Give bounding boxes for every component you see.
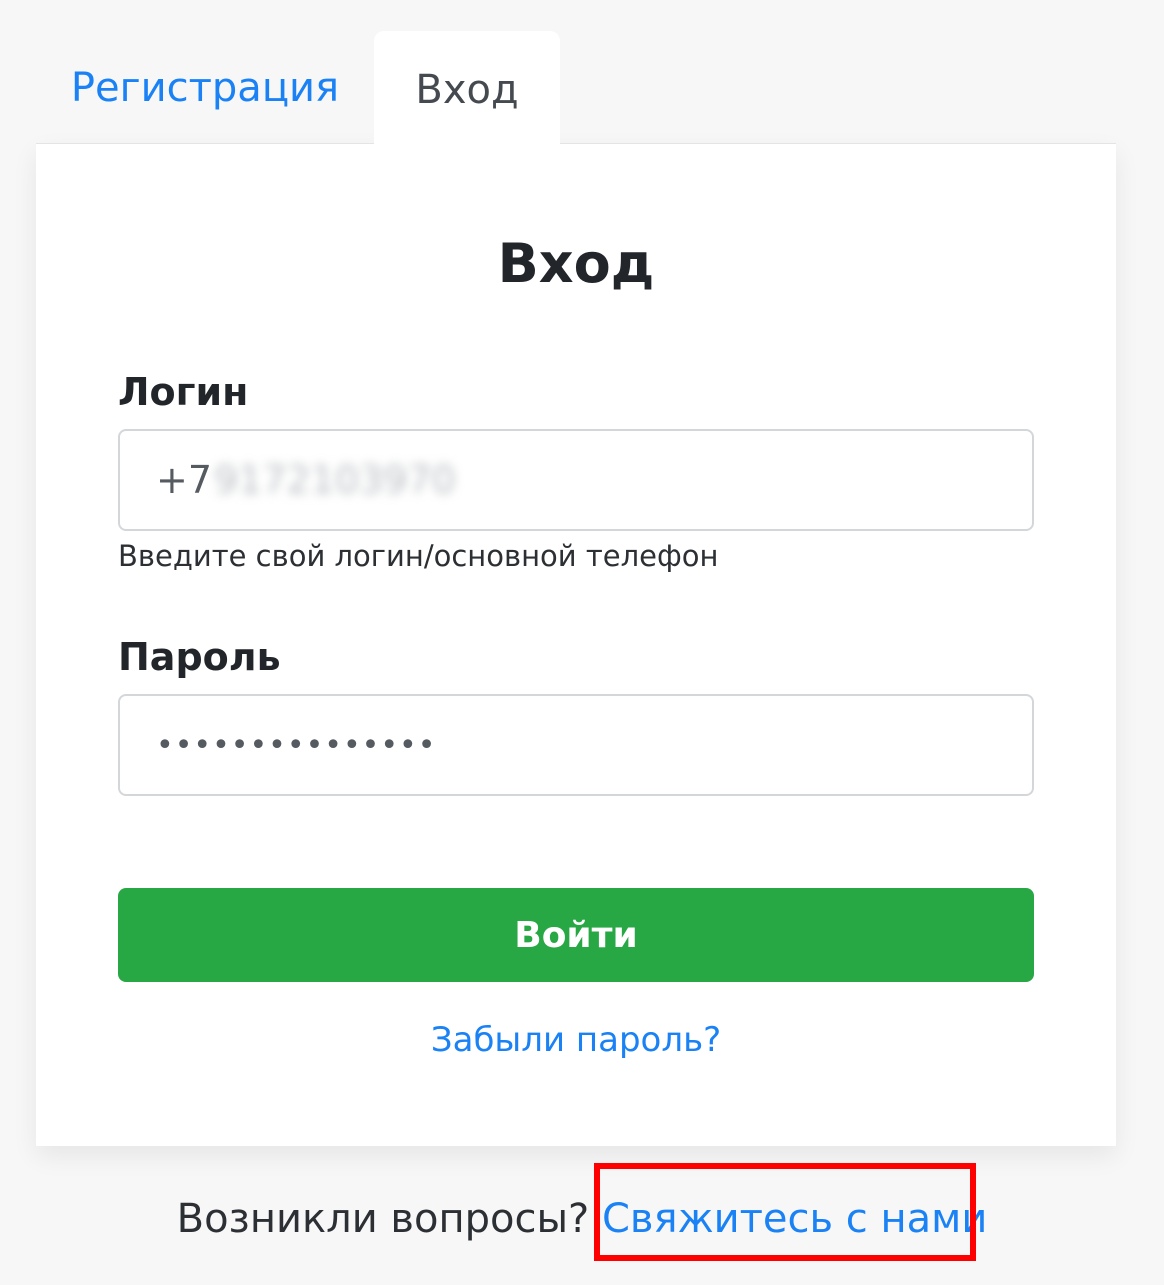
- tab-registration-label: Регистрация: [70, 65, 340, 111]
- tab-login[interactable]: Вход: [374, 31, 560, 156]
- password-input[interactable]: •••••••••••••••: [118, 694, 1034, 796]
- login-value-blurred: 9172103970: [214, 458, 456, 502]
- forgot-password-link[interactable]: Забыли пароль?: [36, 1020, 1116, 1060]
- password-mask: •••••••••••••••: [156, 727, 437, 763]
- login-card: Вход Логин +7 9172103970 Введите свой лог…: [36, 143, 1116, 1146]
- footer-question: Возникли вопросы?: [176, 1196, 590, 1242]
- login-help-text: Введите свой логин/основной телефон: [118, 539, 719, 573]
- tab-registration[interactable]: Регистрация: [36, 32, 374, 144]
- tab-login-label: Вход: [415, 67, 519, 113]
- footer: Возникли вопросы? Свяжитесь с нами: [0, 1196, 1164, 1242]
- contact-us-link[interactable]: Свяжитесь с нами: [602, 1196, 987, 1242]
- login-label: Логин: [118, 370, 249, 414]
- page-title: Вход: [497, 232, 655, 295]
- login-input[interactable]: +7 9172103970: [118, 429, 1034, 531]
- password-label: Пароль: [118, 635, 281, 679]
- login-prefix: +7: [156, 458, 213, 502]
- login-submit-button[interactable]: Войти: [118, 888, 1034, 982]
